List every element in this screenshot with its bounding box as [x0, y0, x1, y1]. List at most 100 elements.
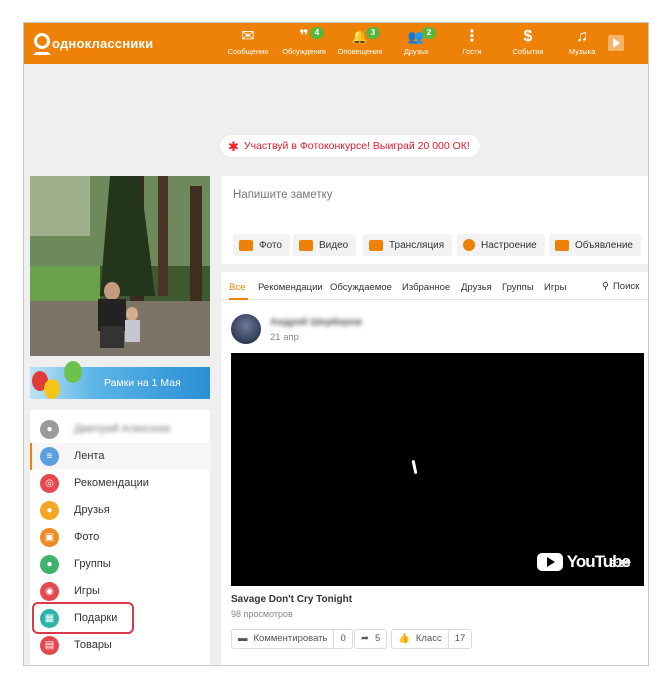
browser-viewport: одноклассники ✉ Сообщения ❞ 4 Обсуждения… — [23, 22, 649, 666]
composer-button-label: Видео — [319, 239, 349, 251]
composer-button-label: Объявление — [575, 239, 633, 251]
note-composer: Напишите заметку Фото Видео Трансляция Н… — [221, 176, 648, 264]
ok-logo-icon — [32, 33, 51, 55]
star-icon: ✱ — [228, 138, 239, 154]
video-player[interactable]: YouTube 3:39 — [231, 353, 644, 586]
envelope-icon: ✉ — [241, 28, 255, 45]
gifts-highlight-frame — [32, 602, 134, 634]
feed-search[interactable]: ⚲ Поиск — [602, 281, 639, 292]
gamepad-icon: ◉ — [40, 582, 59, 601]
nav-discussions-label: Обсуждения — [282, 47, 326, 56]
sidebar-item-label: Игры — [74, 585, 100, 597]
friends-icon: ● — [40, 501, 59, 520]
footprints-icon: ⋮ — [464, 28, 480, 45]
comment-button[interactable]: ▬ Комментировать 0 — [231, 629, 353, 649]
post-date: 21 апр — [270, 332, 299, 343]
nav-friends[interactable]: 👥 2 Друзья — [388, 27, 444, 61]
tab-games[interactable]: Игры — [544, 282, 566, 293]
sidebar-item-feed[interactable]: ≡ Лента — [30, 443, 210, 470]
tab-discussed[interactable]: Обсуждаемое — [330, 282, 392, 293]
user-avatar-icon: ● — [40, 420, 59, 439]
camera-icon — [239, 239, 253, 251]
loading-indicator — [411, 459, 418, 475]
like-label: Класс — [415, 633, 442, 644]
composer-mood-button[interactable]: Настроение — [457, 234, 545, 256]
sidebar-item-friends[interactable]: ● Друзья — [30, 497, 210, 524]
video-views: 98 просмотров — [231, 609, 293, 619]
tab-favorites[interactable]: Избранное — [402, 282, 450, 293]
sidebar-item-recommendations[interactable]: ◎ Рекомендации — [30, 470, 210, 497]
nav-events-label: События — [512, 47, 544, 56]
brand-name: одноклассники — [52, 35, 154, 51]
tab-groups[interactable]: Группы — [502, 282, 534, 293]
sidebar-item-label: Группы — [74, 558, 111, 570]
nav-guests[interactable]: ⋮ Гости — [444, 27, 500, 61]
video-player-toggle-icon[interactable] — [608, 35, 624, 51]
sidebar-item-games[interactable]: ◉ Игры — [30, 578, 210, 605]
promo-text: Участвуй в Фотоконкурсе! Выиграй 20 000 … — [243, 140, 470, 152]
nav-friends-label: Друзья — [403, 47, 429, 56]
balloon-icon — [64, 361, 82, 383]
like-button[interactable]: 👍 Класс 17 — [391, 629, 473, 649]
profile-photo[interactable] — [30, 176, 210, 356]
composer-button-label: Настроение — [481, 239, 537, 251]
sidebar-item-label: Друзья — [74, 504, 110, 516]
video-title[interactable]: Savage Don't Cry Tonight — [231, 594, 352, 605]
feed-search-label: Поиск — [612, 281, 640, 292]
ok-logo[interactable]: одноклассники — [32, 33, 154, 55]
nav-notifications[interactable]: 🔔 3 Оповещения — [332, 27, 388, 61]
sidebar-item-photos[interactable]: ▣ Фото — [30, 524, 210, 551]
ad-icon — [555, 239, 569, 251]
composer-video-button[interactable]: Видео — [293, 234, 357, 256]
active-tab-underline — [229, 298, 248, 300]
may-frames-banner[interactable]: Рамки на 1 Мая — [30, 361, 210, 399]
photo-contest-promo[interactable]: ✱ Участвуй в Фотоконкурсе! Выиграй 20 00… — [220, 135, 480, 157]
nav-guests-label: Гости — [462, 47, 482, 56]
nav-events[interactable]: $ События — [500, 27, 556, 61]
top-navigation-bar: одноклассники ✉ Сообщения ❞ 4 Обсуждения… — [24, 23, 648, 64]
user-name: Дмитрий Алексеев — [74, 423, 171, 435]
nav-discussions[interactable]: ❞ 4 Обсуждения — [276, 27, 332, 61]
tab-recommendations[interactable]: Рекомендации — [258, 282, 323, 293]
composer-broadcast-button[interactable]: Трансляция — [363, 234, 453, 256]
youtube-play-icon — [536, 553, 563, 571]
nav-messages[interactable]: ✉ Сообщения — [220, 27, 276, 61]
video-camera-icon — [299, 239, 313, 251]
sidebar-item-label: Лента — [74, 450, 105, 462]
comment-icon: ▬ — [238, 633, 248, 644]
comment-label: Комментировать — [253, 633, 328, 644]
author-avatar[interactable] — [231, 314, 261, 344]
friends-badge: 2 — [422, 27, 436, 39]
like-count: 17 — [447, 630, 472, 648]
tab-friends[interactable]: Друзья — [461, 282, 492, 293]
nav-music[interactable]: ♫ Музыка — [554, 27, 610, 61]
sidebar-item-groups[interactable]: ● Группы — [30, 551, 210, 578]
nav-notifications-label: Оповещения — [337, 47, 383, 56]
sidebar-item-label: Товары — [74, 639, 112, 651]
note-input[interactable]: Напишите заметку — [233, 189, 333, 201]
composer-photo-button[interactable]: Фото — [233, 234, 290, 256]
feed-tabs: Все Рекомендации Обсуждаемое Избранное Д… — [221, 272, 648, 300]
youtube-logo[interactable]: YouTube 3:39 — [536, 552, 631, 572]
profile-photo-image — [30, 176, 210, 356]
comment-count: 0 — [333, 630, 351, 648]
author-name[interactable]: Андрей Шерберов — [270, 317, 362, 328]
events-icon: $ — [523, 28, 533, 45]
search-icon: ⚲ — [602, 281, 609, 292]
discussions-badge: 4 — [310, 27, 324, 39]
bag-icon: ▤ — [40, 636, 59, 655]
user-profile-link[interactable]: ● Дмитрий Алексеев — [30, 416, 210, 443]
composer-button-label: Трансляция — [389, 239, 445, 251]
banner-text: Рамки на 1 Мая — [104, 377, 181, 389]
share-button[interactable]: ➦ 5 — [354, 629, 388, 649]
notifications-badge: 3 — [366, 27, 380, 39]
tab-all[interactable]: Все — [229, 282, 245, 293]
video-duration: 3:39 — [609, 559, 630, 570]
feed-icon: ≡ — [40, 447, 59, 466]
nav-music-label: Музыка — [568, 47, 596, 56]
sidebar-item-label: Рекомендации — [74, 477, 149, 489]
composer-ad-button[interactable]: Объявление — [549, 234, 641, 256]
balloon-icon — [44, 379, 60, 399]
sidebar-item-goods[interactable]: ▤ Товары — [30, 632, 210, 659]
smile-icon — [463, 239, 475, 251]
